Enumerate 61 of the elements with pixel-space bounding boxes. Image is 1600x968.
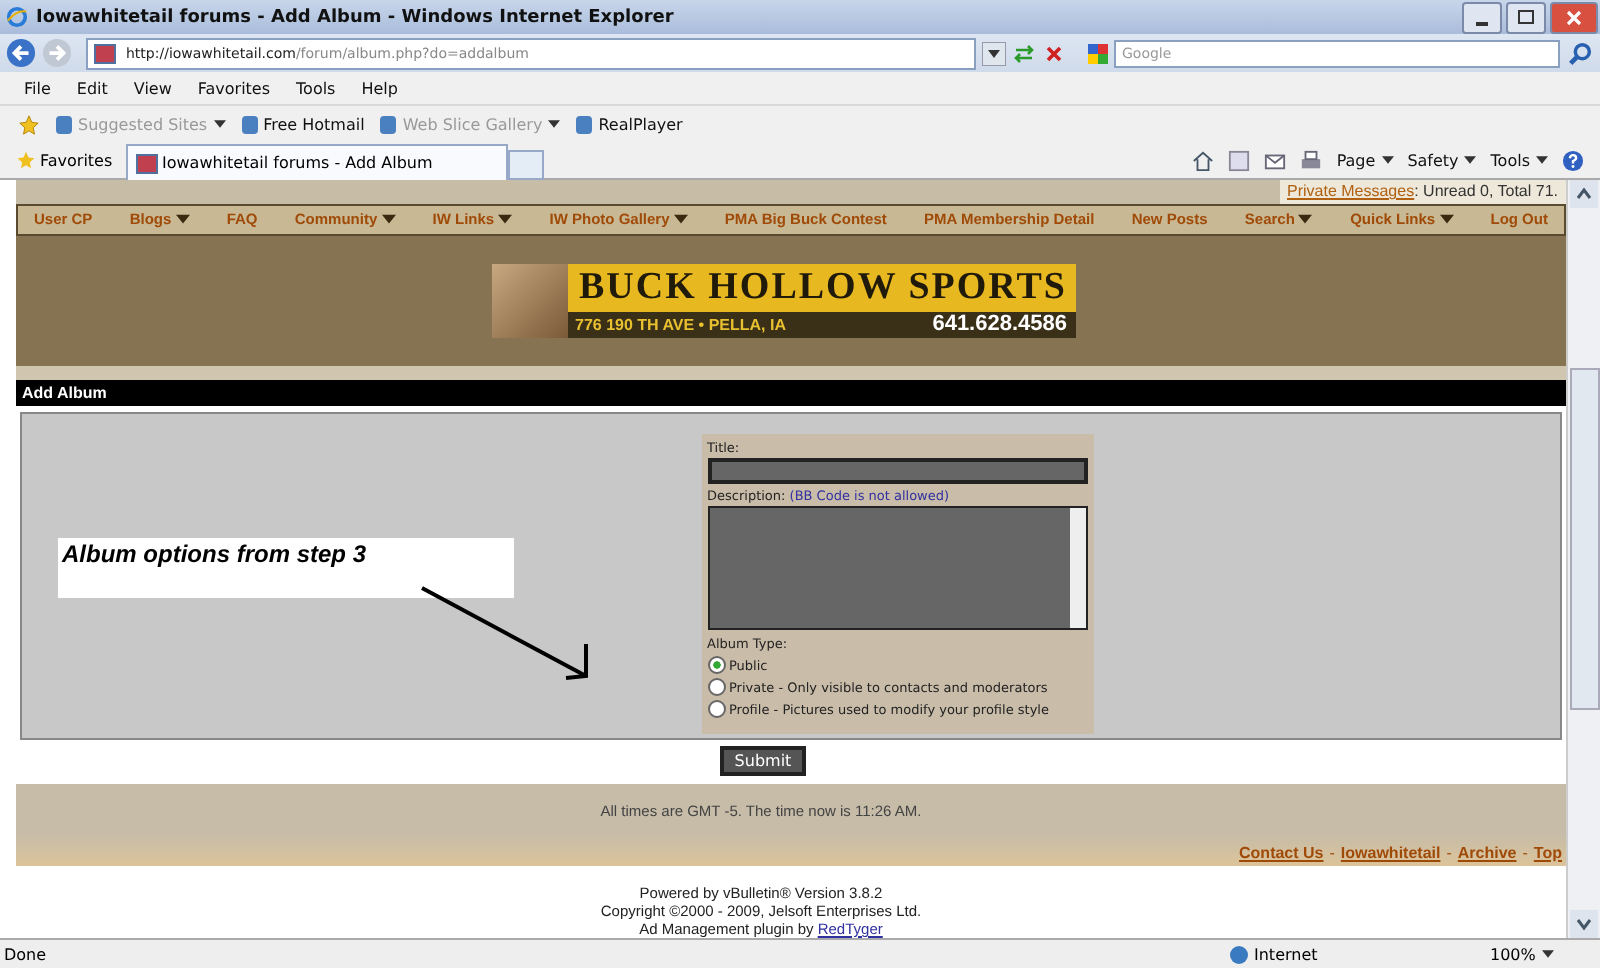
banner-address: 776 190 TH AVE • PELLA, IA [575, 315, 786, 334]
vertical-scrollbar[interactable] [1566, 180, 1600, 938]
security-zone: Internet [1230, 945, 1490, 963]
add-favorite-icon[interactable] [18, 113, 40, 135]
caret-icon[interactable] [1536, 156, 1548, 164]
browser-logo-icon [6, 6, 28, 28]
caret-icon[interactable] [498, 214, 513, 225]
browser-tab[interactable]: Iowawhitetail forums - Add Album [126, 144, 508, 180]
menu-item[interactable]: File [24, 79, 51, 97]
stop-icon[interactable] [1042, 41, 1066, 65]
caret-icon[interactable] [175, 214, 190, 225]
section-header: Add Album [16, 380, 1566, 407]
caret-icon[interactable] [381, 214, 396, 225]
restore-button[interactable] [1506, 1, 1546, 33]
caret-icon[interactable] [1464, 156, 1477, 164]
caret-icon[interactable] [673, 214, 688, 225]
photo-placeholder [491, 263, 567, 338]
private-messages-link[interactable]: Private Messages [1287, 182, 1415, 200]
banner-title: BUCK HOLLOW SPORTS [567, 263, 1075, 312]
caret-icon[interactable] [1381, 156, 1394, 164]
caret-icon[interactable] [1439, 214, 1454, 225]
minimize-button[interactable] [1462, 1, 1502, 33]
menu-item[interactable]: Tools [296, 79, 336, 97]
search-provider-icon [1088, 43, 1108, 63]
dropdown-button[interactable] [982, 41, 1006, 65]
favorites-bar-link[interactable]: Free Hotmail [241, 115, 365, 133]
zoom-level[interactable]: 100% [1490, 945, 1600, 963]
link-separator: - [1522, 844, 1528, 863]
command-menu[interactable]: Safety [1407, 151, 1477, 169]
command-menu[interactable]: Tools [1490, 151, 1548, 169]
command-menu[interactable]: Page [1336, 151, 1394, 169]
menu-item[interactable]: Help [361, 79, 398, 97]
mail-icon[interactable] [1264, 149, 1287, 171]
search-icon[interactable] [1566, 39, 1594, 67]
help-icon[interactable] [1562, 149, 1584, 171]
close-icon[interactable] [1566, 9, 1582, 25]
title-input-field[interactable] [707, 458, 1087, 485]
print-icon[interactable] [1300, 149, 1323, 171]
close-button[interactable] [1550, 1, 1598, 33]
favorites-bar-link[interactable]: RealPlayer [576, 115, 683, 133]
caret-icon[interactable] [1298, 214, 1313, 225]
menu-item[interactable]: Edit [76, 79, 108, 97]
favorites-button[interactable]: Favorites [16, 150, 126, 170]
banner-phone: 641.628.4586 [932, 312, 1067, 337]
home-icon[interactable] [1192, 149, 1215, 171]
star-icon [16, 150, 36, 170]
menu-item[interactable]: View [133, 79, 172, 97]
scroll-down-icon[interactable] [1570, 910, 1598, 938]
caret-icon[interactable] [1541, 950, 1554, 958]
back-button[interactable] [6, 38, 36, 68]
private-messages-status: Private Messages: Unread 0, Total 71. [1279, 180, 1566, 204]
description-text-area[interactable] [707, 506, 1087, 631]
link-separator: - [1329, 844, 1335, 863]
status-text: Done [2, 945, 47, 963]
page-icon [94, 43, 116, 63]
scroll-up-icon[interactable] [1570, 180, 1598, 208]
menu-item[interactable]: Favorites [197, 79, 271, 97]
annotation-callout: Album options from step 3 [58, 538, 514, 599]
window-title: Iowawhitetail forums - Add Album - Windows Internet Explorer [36, 7, 674, 27]
link-separator: - [1446, 844, 1452, 863]
submit-button[interactable]: Submit [720, 746, 806, 777]
